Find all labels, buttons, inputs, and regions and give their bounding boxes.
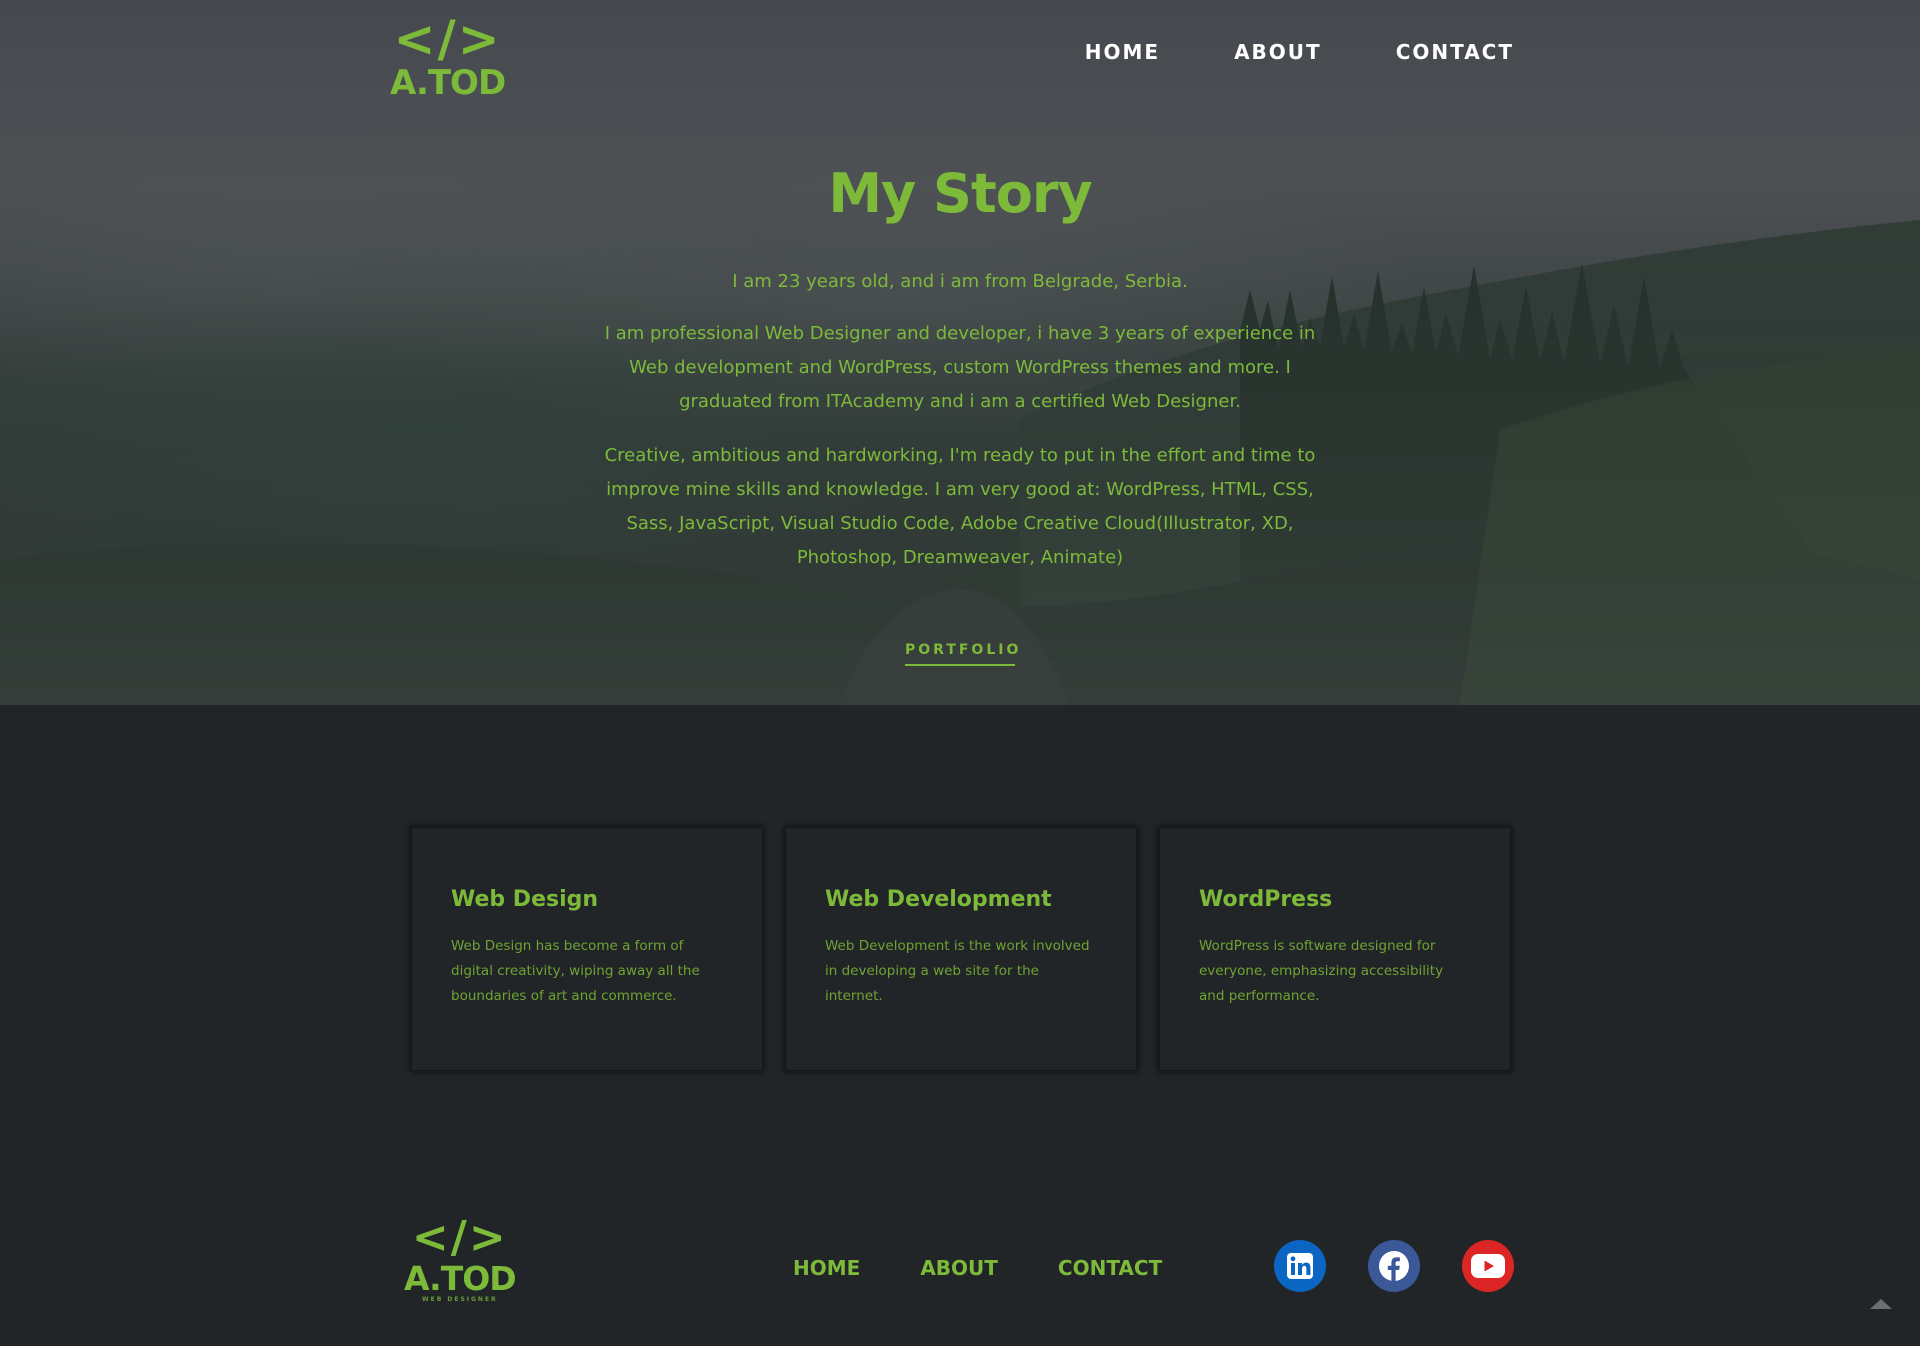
linkedin-icon <box>1287 1253 1313 1279</box>
footer-nav-contact-link[interactable]: CONTACT <box>1058 1256 1162 1280</box>
portfolio-link[interactable]: PORTFOLIO <box>905 642 1018 666</box>
service-description: Web Development is the work involved in … <box>825 938 1090 1004</box>
service-title: Web Development <box>825 887 1052 912</box>
footer-nav-about-link[interactable]: ABOUT <box>920 1256 998 1280</box>
service-description: Web Design has become a form of digital … <box>451 938 700 1004</box>
social-links <box>1274 1240 1514 1292</box>
story-paragraph-3: Creative, ambitious and hardworking, I'm… <box>604 445 1316 568</box>
story-paragraph-2: I am professional Web Designer and devel… <box>604 323 1316 412</box>
service-title: WordPress <box>1199 887 1333 912</box>
nav-about-link[interactable]: ABOUT <box>1234 40 1322 64</box>
nav-contact-link[interactable]: CONTACT <box>1396 40 1514 64</box>
footer-logo[interactable]: </> A.TOD WEB DESIGNER <box>404 1212 517 1304</box>
logo-wordmark: A.TOD <box>390 63 506 103</box>
story-block: My Story I am 23 years old, and i am fro… <box>600 162 1320 595</box>
header-logo[interactable]: </> A.TOD <box>390 10 506 103</box>
hero-section: </> A.TOD HOME ABOUT CONTACT My Story I … <box>0 0 1920 705</box>
code-brackets-icon: </> <box>393 10 502 68</box>
footer-navigation: HOME ABOUT CONTACT <box>793 1256 1162 1280</box>
footer-nav-home-link[interactable]: HOME <box>793 1256 860 1280</box>
youtube-icon <box>1471 1254 1505 1278</box>
code-brackets-icon: </> <box>411 1212 508 1263</box>
service-description: WordPress is software designed for every… <box>1199 938 1444 1004</box>
nav-home-link[interactable]: HOME <box>1085 40 1160 64</box>
facebook-button[interactable] <box>1368 1240 1420 1292</box>
top-navigation: HOME ABOUT CONTACT <box>1085 40 1514 64</box>
service-card-wordpress: WordPress WordPress is software designed… <box>1158 826 1512 1072</box>
service-title: Web Design <box>451 887 599 912</box>
youtube-button[interactable] <box>1462 1240 1514 1292</box>
service-card-web-development: Web Development Web Development is the w… <box>784 826 1138 1072</box>
services-section: Web Design Web Design has become a form … <box>410 826 1512 1072</box>
story-paragraph-1: I am 23 years old, and i am from Belgrad… <box>732 271 1188 292</box>
logo-tagline: WEB DESIGNER <box>421 1296 498 1303</box>
story-title: My Story <box>828 162 1092 225</box>
linkedin-button[interactable] <box>1274 1240 1326 1292</box>
logo-wordmark: A.TOD <box>404 1259 517 1298</box>
facebook-icon <box>1379 1251 1409 1281</box>
triangle-up-icon[interactable] <box>1870 1297 1892 1311</box>
service-card-web-design: Web Design Web Design has become a form … <box>410 826 764 1072</box>
